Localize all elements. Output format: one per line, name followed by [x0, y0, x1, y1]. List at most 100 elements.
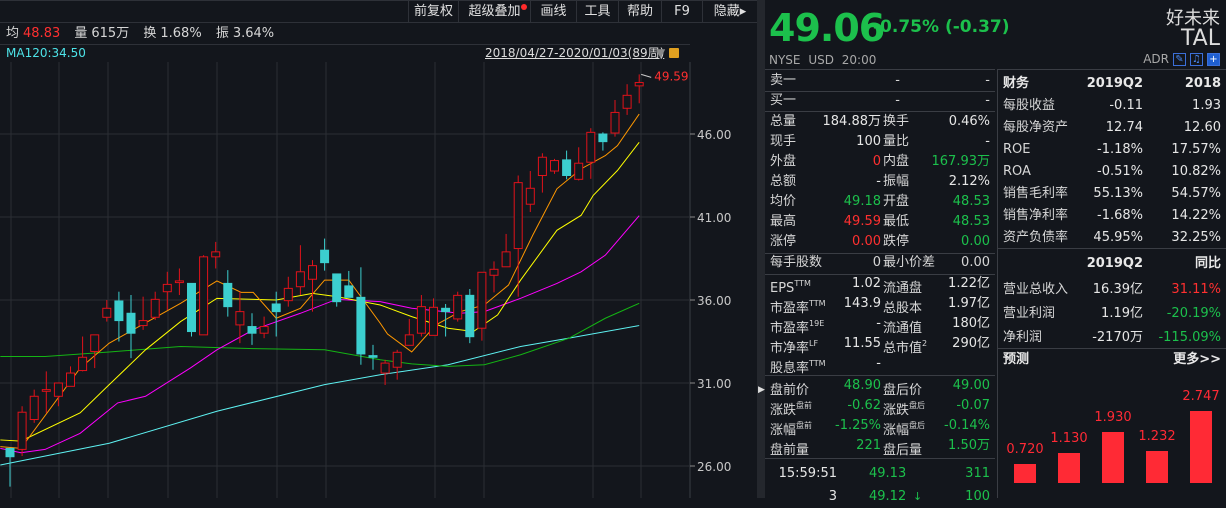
forecast-value-label: 1.130 — [1050, 431, 1088, 447]
tools-button[interactable]: 工具 — [576, 1, 618, 23]
vol-value: 615万 — [91, 26, 130, 41]
field-value: - — [876, 174, 881, 189]
candle-up — [199, 256, 209, 336]
candle-up — [90, 334, 100, 352]
draw-line-button[interactable]: 画线 — [530, 1, 576, 23]
field-label-text: 外盘 — [770, 154, 797, 169]
metric-q2: 12.74 — [1105, 120, 1143, 135]
metric-q2: -1.18% — [1097, 142, 1143, 157]
finance-row: 销售净利率 -1.68% 14.22% — [998, 205, 1226, 227]
candle-down — [356, 296, 366, 355]
quote-row: EPSTTM 1.02 流通盘 1.22亿 — [765, 274, 995, 296]
field-suffix: LF — [809, 339, 819, 348]
field-value: 0 — [872, 154, 881, 169]
field-value: 0.46% — [948, 114, 990, 129]
field-label-text: 现手 — [770, 134, 797, 149]
field-label-text: 股息率 — [770, 361, 810, 376]
field-label-text: 振幅 — [883, 174, 910, 189]
candle-up — [392, 351, 402, 368]
field-label: 总额 — [770, 172, 796, 192]
dropdown-triangle-icon[interactable]: ▼ — [656, 46, 665, 60]
field-value: - — [985, 134, 990, 149]
field-label: 振幅 — [883, 172, 909, 192]
exchange-info: NYSE USD 20:00 — [769, 53, 877, 67]
field-label-text: 最低 — [883, 214, 910, 229]
field-value: -1.25% — [835, 418, 881, 433]
field-label-text: 盘前量 — [770, 443, 810, 458]
col-yoy: 同比 — [1194, 256, 1221, 271]
tick-row: 15:59:51 49.13 311 — [765, 462, 995, 485]
candle-up — [525, 187, 535, 205]
field-value: 48.53 — [952, 214, 990, 229]
tick-label: 最小价差 — [883, 255, 936, 270]
lock-icon[interactable] — [669, 48, 680, 58]
field-label-text: 总额 — [770, 174, 797, 189]
metric-value: 1.19亿 — [1101, 306, 1143, 321]
ask1-row: 卖一 - - — [765, 71, 995, 91]
metric-label: 每股收益 — [1003, 98, 1056, 113]
y-tick-label: 31.00 — [697, 377, 731, 391]
finance-header: 财务 2019Q2 2018 — [998, 73, 1226, 95]
kline-panel[interactable]: 46.00 41.00 36.00 31.00 26.00 49.59 前复权 超级叠加 … — [0, 0, 757, 498]
help-button[interactable]: 帮助 — [618, 1, 661, 23]
y-tick-label: 26.00 — [697, 460, 731, 474]
field-value: 184.88万 — [822, 114, 882, 129]
field-value: 48.53 — [952, 194, 990, 209]
overlay-button[interactable]: 超级叠加 — [458, 1, 530, 23]
field-value: -0.62 — [847, 398, 881, 413]
field-label: 量比 — [883, 132, 909, 152]
income-row: 营业总收入 16.39亿 31.11% — [998, 279, 1226, 301]
restore-rights-button[interactable]: 前复权 — [408, 1, 458, 23]
ma10-line — [0, 141, 640, 442]
avg-value: 48.83 — [23, 26, 61, 41]
metric-label: ROE — [1003, 142, 1031, 157]
forecast-bar — [1190, 411, 1212, 483]
field-value: 49.00 — [952, 378, 990, 393]
tick-row: 3 49.12 ↓ 100 — [765, 485, 995, 508]
quote-row: 市盈率19E - 流通值 180亿 — [765, 314, 995, 336]
last-price: 49.06 — [769, 6, 885, 50]
candlestick-chart[interactable]: 46.00 41.00 36.00 31.00 26.00 49.59 — [0, 0, 757, 498]
metric-2018: 10.82% — [1171, 164, 1221, 179]
f9-button[interactable]: F9 — [661, 1, 702, 23]
candle-down — [320, 249, 330, 264]
stats-line: 均 48.83 量 615万 换 1.68% 振 3.64% — [6, 24, 278, 44]
candle-up — [501, 251, 511, 268]
metric-2018: 54.57% — [1171, 186, 1221, 201]
metric-2018: 1.93 — [1192, 98, 1221, 113]
quote-row: 股息率TTM - — [765, 354, 995, 376]
hide-button[interactable]: 隐藏▸ — [702, 1, 757, 23]
field-suffix: 盘前 — [796, 401, 813, 410]
panel-splitter[interactable]: ▶ — [757, 0, 765, 498]
candle-down — [598, 133, 608, 143]
more-link[interactable]: 更多>> — [1173, 349, 1221, 371]
finance-row: 销售毛利率 55.13% 54.57% — [998, 183, 1226, 205]
alert-bell-icon[interactable]: ♫ — [1190, 52, 1203, 66]
metric-value: 16.39亿 — [1092, 282, 1143, 297]
candle-up — [429, 306, 438, 336]
quote-row: 涨停 0.00 跌停 0.00 — [765, 232, 995, 252]
field-value: 0.00 — [961, 234, 990, 249]
candle-up — [283, 287, 293, 302]
candle-up — [66, 372, 75, 387]
field-value: 1.02 — [852, 276, 881, 291]
metric-label: 净利润 — [1003, 330, 1043, 345]
collapse-arrow-icon[interactable]: ▶ — [758, 385, 765, 395]
metric-q2: -0.11 — [1109, 98, 1143, 113]
add-plus-icon[interactable]: + — [1207, 52, 1220, 66]
field-label-text: 涨停 — [770, 234, 797, 249]
candle-down — [332, 273, 342, 303]
metric-2018: 32.25% — [1171, 230, 1221, 245]
field-label-text: 盘后量 — [883, 443, 923, 458]
tick-time: 3 — [828, 489, 837, 504]
date-range-link[interactable]: 2018/04/27-2020/01/03(89周) — [485, 44, 664, 62]
col-2018: 2018 — [1184, 76, 1221, 91]
field-value: 1.50万 — [948, 438, 990, 453]
candle-up — [489, 268, 499, 276]
edit-pencil-icon[interactable]: ✎ — [1173, 52, 1186, 66]
tick-price: 49.13 — [869, 466, 907, 481]
metric-value: -2170万 — [1092, 330, 1143, 345]
metric-label: ROA — [1003, 164, 1031, 179]
quote-row: 总额 - 振幅 2.12% — [765, 172, 995, 192]
bid1-label: 买一 — [770, 93, 797, 108]
